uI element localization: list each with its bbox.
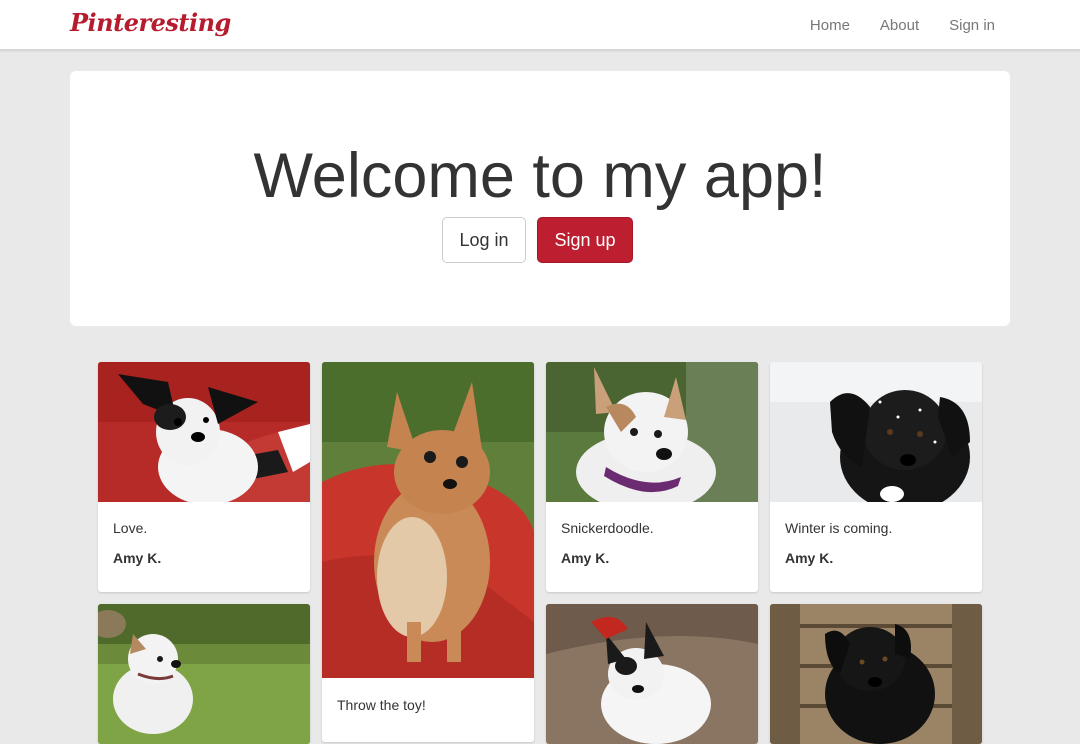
pin-author[interactable]: Amy K. — [113, 550, 161, 566]
pin-image-black-dog-wood[interactable] — [770, 604, 982, 744]
auth-button-row: Log in Sign up — [442, 217, 633, 263]
pin-description: Snickerdoodle. — [561, 520, 654, 536]
nav-link-home[interactable]: Home — [810, 17, 850, 34]
nav-link-sign-in[interactable]: Sign in — [949, 17, 995, 34]
pin-card[interactable]: Winter is coming. Amy K. — [770, 362, 982, 592]
brand-logo[interactable]: Pinteresting — [70, 8, 231, 37]
pin-image-dog-purple-collar[interactable] — [546, 362, 758, 502]
pin-author[interactable]: Amy K. — [561, 550, 609, 566]
sign-up-button[interactable]: Sign up — [537, 217, 633, 263]
pin-card[interactable] — [770, 604, 982, 744]
pin-description: Winter is coming. — [785, 520, 893, 536]
pin-card[interactable]: Snickerdoodle. Amy K. — [546, 362, 758, 592]
navbar: Pinteresting Home About Sign in — [0, 0, 1080, 50]
pin-image-black-dog-snow[interactable] — [770, 362, 982, 502]
log-in-button[interactable]: Log in — [442, 217, 526, 263]
pin-card[interactable]: Throw the toy! — [322, 362, 534, 742]
welcome-title: Welcome to my app! — [253, 141, 827, 211]
pin-card[interactable]: Love. Amy K. — [98, 362, 310, 592]
pin-image-bulldog-puppy[interactable] — [546, 604, 758, 744]
pin-image-chihuahua[interactable] — [322, 362, 534, 678]
pin-description: Love. — [113, 520, 148, 536]
pin-author[interactable]: Amy K. — [785, 550, 833, 566]
pin-card[interactable] — [546, 604, 758, 744]
pin-description: Throw the toy! — [337, 697, 426, 713]
welcome-title-container: Welcome to my app! — [0, 136, 1080, 216]
pin-image-dog-grass[interactable] — [98, 604, 310, 744]
pin-card[interactable] — [98, 604, 310, 744]
nav-link-about[interactable]: About — [880, 17, 919, 34]
nav-links: Home About Sign in — [780, 0, 995, 50]
pin-image-dog-red-blanket[interactable] — [98, 362, 310, 502]
